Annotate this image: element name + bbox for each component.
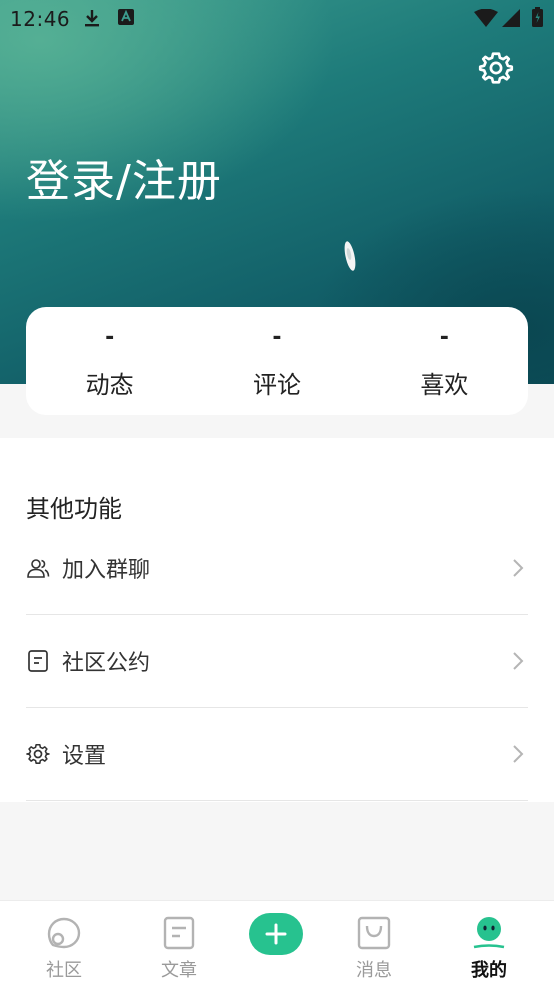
stat-label: 动态 [85,371,134,399]
gear-icon [26,743,50,764]
tab-messages[interactable]: 消息 [324,901,424,985]
battery-icon [532,7,543,27]
settings-gear-icon[interactable] [478,50,514,86]
stat-posts[interactable]: - 动态 [26,307,193,415]
tab-label: 文章 [161,960,197,981]
stat-likes[interactable]: - 喜欢 [361,307,528,415]
chevron-right-icon [513,652,524,670]
settings-row[interactable]: 设置 [26,708,528,801]
row-label: 加入群聊 [62,558,151,583]
stat-value: - [105,325,115,350]
signal-icon [502,9,520,27]
stat-value: - [272,325,282,350]
chevron-right-icon [513,559,524,577]
tab-community[interactable]: 社区 [14,901,114,985]
row-label: 设置 [62,744,107,769]
tab-label: 社区 [46,960,82,981]
wifi-icon [474,9,498,27]
join-group-row[interactable]: 加入群聊 [26,522,528,615]
community-icon [47,917,81,949]
other-features-panel: 其他功能 加入群聊 社区公约 设置 [0,438,554,802]
group-icon [27,559,50,578]
status-time: 12:46 [10,7,71,31]
stat-label: 评论 [252,371,301,399]
profile-face-icon [473,917,505,949]
plus-icon [265,923,287,945]
document-icon [28,650,48,672]
stat-value: - [439,325,449,350]
add-post-button[interactable] [249,913,303,955]
article-icon [163,916,195,950]
tab-mine[interactable]: 我的 [439,901,539,985]
tab-label: 我的 [471,960,507,981]
login-register-title[interactable]: 登录/注册 [26,145,222,209]
chevron-right-icon [513,745,524,763]
stat-label: 喜欢 [420,371,469,399]
stat-comments[interactable]: - 评论 [193,307,360,415]
tab-articles[interactable]: 文章 [129,901,229,985]
message-bag-icon [357,916,391,950]
download-icon [85,10,99,27]
boat-image [344,241,356,271]
status-bar: 12:46 [0,0,554,36]
community-rules-row[interactable]: 社区公约 [26,615,528,708]
row-label: 社区公约 [62,651,151,676]
app-notification-icon [118,9,134,25]
stats-card: - 动态 - 评论 - 喜欢 [26,307,528,415]
section-title: 其他功能 [26,495,122,523]
tab-label: 消息 [356,960,392,981]
